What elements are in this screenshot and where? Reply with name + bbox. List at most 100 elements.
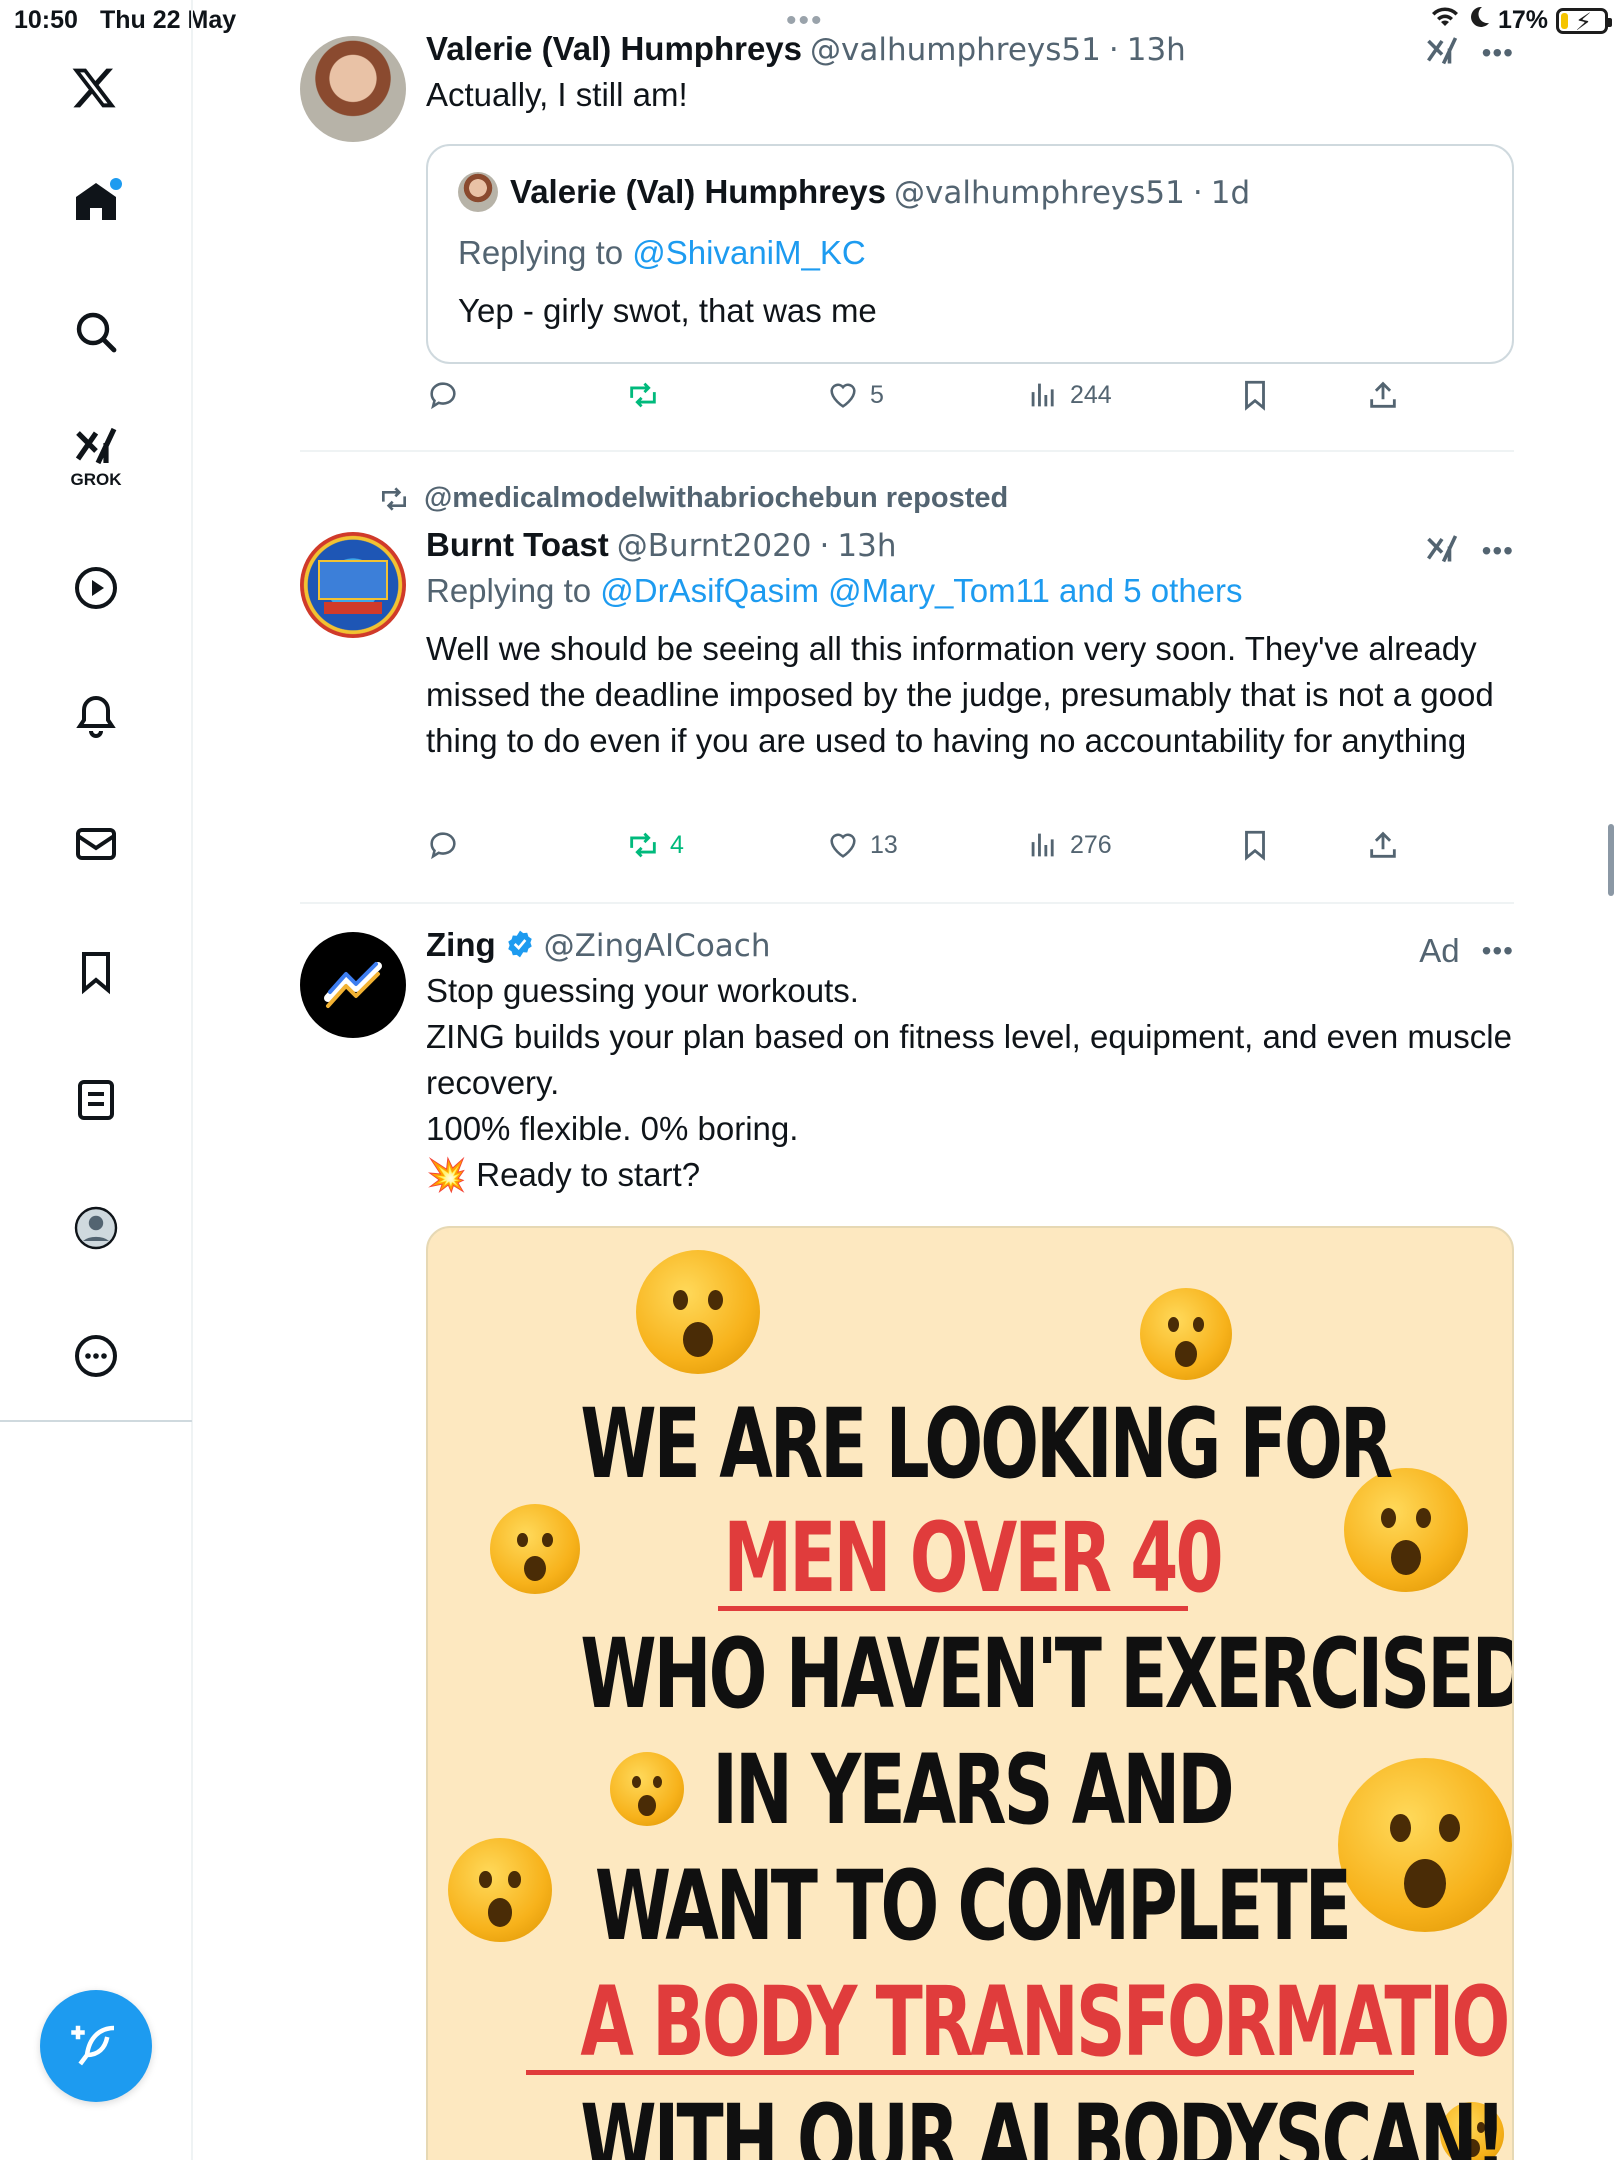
battery-icon: ⚡ xyxy=(1556,7,1612,36)
ad-headline-2: MEN OVER 40 xyxy=(723,1502,1223,1614)
author-handle[interactable]: @ZingAICoach xyxy=(544,928,771,964)
ad-headline-4: IN YEARS AND xyxy=(712,1734,1234,1846)
grok-label: GROK xyxy=(70,470,122,489)
repost-context: @medicalmodelwithabriochebun reposted xyxy=(378,482,1008,515)
avatar[interactable] xyxy=(300,932,406,1038)
author-handle[interactable]: @Burnt2020 xyxy=(617,528,812,564)
more-dots-icon[interactable]: ••• xyxy=(1482,37,1514,69)
share-button[interactable] xyxy=(1366,378,1400,412)
timeline: Valerie (Val) Humphreys @valhumphreys51 … xyxy=(300,0,1514,2160)
mention-links[interactable]: @DrAsifQasim @Mary_Tom11 and 5 others xyxy=(600,572,1242,609)
home-icon[interactable] xyxy=(70,176,122,228)
ad-headline-7: WITH OUR AI BODYSCAN! xyxy=(580,2084,1506,2160)
sidebar-divider xyxy=(0,1420,192,1422)
author-handle[interactable]: @valhumphreys51 xyxy=(810,32,1101,68)
ad-headline-6: A BODY TRANSFORMATION xyxy=(580,1966,1514,2078)
repost-small-icon xyxy=(382,486,406,511)
ad-label: Ad xyxy=(1419,932,1460,969)
views-count: 244 xyxy=(1070,380,1112,409)
video-icon[interactable] xyxy=(70,562,122,614)
quote-avatar xyxy=(458,172,498,212)
reply-icon xyxy=(430,832,456,860)
tweet-text: Well we should be seeing all this inform… xyxy=(426,630,1494,759)
heart-icon xyxy=(830,833,856,858)
reply-button[interactable] xyxy=(426,828,460,862)
ad-cta-text: Ready to start? xyxy=(476,1156,701,1193)
bell-icon[interactable] xyxy=(70,690,122,742)
profile-icon[interactable] xyxy=(70,1202,122,1254)
ad-text-line-2: ZING builds your plan based on fitness l… xyxy=(426,1018,1512,1101)
battery-fill xyxy=(1561,12,1569,29)
replying-to: Replying to @DrAsifQasim @Mary_Tom11 and… xyxy=(426,572,1243,609)
lists-icon[interactable] xyxy=(70,1074,122,1126)
charging-bolt-icon: ⚡ xyxy=(1575,8,1592,36)
repost-count: 4 xyxy=(670,830,684,859)
ad-text-line-3: 100% flexible. 0% boring. xyxy=(426,1110,799,1147)
grok-explain-icon[interactable] xyxy=(1424,32,1460,73)
tweet[interactable]: @medicalmodelwithabriochebun reposted Bu… xyxy=(300,452,1514,902)
like-button[interactable]: 5 xyxy=(826,378,884,412)
search-icon[interactable] xyxy=(70,306,122,358)
bookmark-icon xyxy=(1245,380,1265,411)
more-dots-icon[interactable]: ••• xyxy=(1482,535,1514,567)
action-bar: 5 244 xyxy=(426,378,1406,428)
astonished-emoji-icon xyxy=(636,1250,760,1374)
ad-tweet[interactable]: Zing @ZingAICoach Stop guessing your wor… xyxy=(300,904,1514,2160)
avatar[interactable] xyxy=(300,532,406,638)
like-count: 5 xyxy=(870,380,884,409)
dot-separator: · xyxy=(1192,175,1203,211)
grok-explain-icon[interactable] xyxy=(1424,530,1460,571)
quote-replying-to: Replying to @ShivaniM_KC xyxy=(458,234,866,271)
verified-badge-icon xyxy=(504,926,536,964)
tweet[interactable]: Valerie (Val) Humphreys @valhumphreys51 … xyxy=(300,0,1514,450)
reply-icon xyxy=(430,382,456,410)
avatar[interactable] xyxy=(300,36,406,142)
author-name[interactable]: Zing xyxy=(426,926,496,964)
more-options-icon[interactable] xyxy=(70,1330,122,1382)
astonished-emoji-icon xyxy=(1140,1288,1232,1380)
repost-icon xyxy=(630,382,656,408)
x-logo-icon[interactable] xyxy=(68,62,120,114)
more-dots-icon[interactable]: ••• xyxy=(1482,935,1514,967)
author-name[interactable]: Burnt Toast xyxy=(426,526,609,564)
astonished-emoji-icon xyxy=(448,1838,552,1942)
tweet-text: Actually, I still am! xyxy=(426,76,688,113)
author-name[interactable]: Valerie (Val) Humphreys xyxy=(426,30,802,68)
views-button[interactable]: 244 xyxy=(1026,378,1112,412)
quote-author-name: Valerie (Val) Humphreys xyxy=(510,173,887,210)
ad-headline-1: WE ARE LOOKING FOR xyxy=(580,1388,1393,1500)
share-icon xyxy=(1370,381,1396,408)
heart-icon xyxy=(830,383,856,408)
repost-button[interactable] xyxy=(626,378,660,412)
bookmark-button[interactable] xyxy=(1238,378,1272,412)
feather-plus-icon xyxy=(71,2025,115,2066)
bookmark-icon[interactable] xyxy=(70,946,122,998)
compose-post-button[interactable] xyxy=(40,1990,152,2102)
ad-image[interactable]: WE ARE LOOKING FOR MEN OVER 40 WHO HAVEN… xyxy=(426,1226,1514,2160)
views-icon xyxy=(1031,383,1054,407)
mail-icon[interactable] xyxy=(70,818,122,870)
bookmark-button[interactable] xyxy=(1238,828,1272,862)
quote-text: Yep - girly swot, that was me xyxy=(458,292,877,329)
like-button[interactable]: 13 xyxy=(826,828,898,862)
scrollbar-thumb[interactable] xyxy=(1608,824,1614,896)
views-icon xyxy=(1031,833,1054,857)
ad-headline-3: WHO HAVEN'T EXERCISED xyxy=(580,1618,1514,1730)
grok-icon[interactable]: GROK xyxy=(70,426,122,489)
timestamp[interactable]: 13h xyxy=(1127,32,1186,68)
ad-headline-5: WANT TO COMPLETE xyxy=(594,1850,1352,1962)
views-button[interactable]: 276 xyxy=(1026,828,1112,862)
dot-separator: · xyxy=(1108,32,1119,68)
mention-link[interactable]: @ShivaniM_KC xyxy=(632,234,865,271)
views-count: 276 xyxy=(1070,830,1112,859)
reposted-by[interactable]: @medicalmodelwithabriochebun reposted xyxy=(424,482,1008,515)
ad-text-line-1: Stop guessing your workouts. xyxy=(426,972,859,1009)
like-count: 13 xyxy=(870,830,898,859)
dot-separator: · xyxy=(819,528,830,564)
timestamp[interactable]: 13h xyxy=(837,528,896,564)
quoted-tweet[interactable]: Valerie (Val) Humphreys @valhumphreys51 … xyxy=(426,144,1514,364)
share-button[interactable] xyxy=(1366,828,1400,862)
reply-button[interactable] xyxy=(426,378,460,412)
sidebar: GROK xyxy=(0,0,193,2160)
repost-button[interactable]: 4 xyxy=(626,828,684,862)
